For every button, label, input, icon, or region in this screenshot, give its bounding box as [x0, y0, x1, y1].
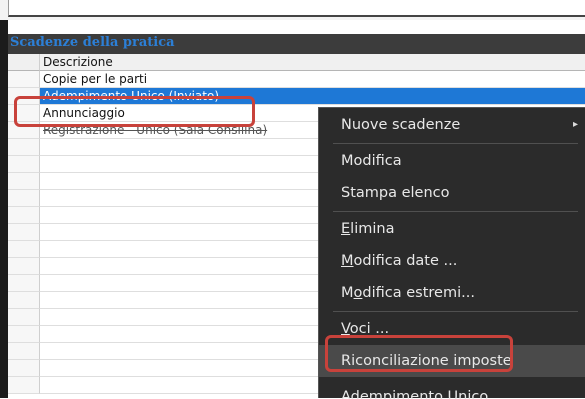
row-selector[interactable]	[8, 292, 40, 309]
row-selector[interactable]	[8, 326, 40, 343]
row-selector[interactable]	[8, 258, 40, 275]
row-selector[interactable]	[8, 190, 40, 207]
menu-item-nuove-scadenze[interactable]: Nuove scadenze ▸	[319, 109, 585, 141]
row-selector[interactable]	[8, 207, 40, 224]
row-selector[interactable]	[8, 105, 40, 122]
table-row[interactable]: Copie per le parti	[40, 71, 585, 88]
menu-item-label: Nuove scadenze	[341, 117, 461, 133]
row-selector[interactable]	[8, 139, 40, 156]
submenu-arrow-icon: ▸	[572, 119, 578, 130]
panel-title: Scadenze della pratica	[10, 35, 175, 50]
menu-separator	[333, 311, 578, 312]
row-selector[interactable]	[8, 156, 40, 173]
grid-corner	[8, 54, 40, 71]
menu-item-riconciliazione-imposte[interactable]: Riconciliazione imposte	[319, 345, 585, 377]
row-selector[interactable]	[8, 343, 40, 360]
menu-item-voci[interactable]: Voci ...	[319, 313, 585, 345]
menu-item-modifica-date[interactable]: Modifica date ...	[319, 245, 585, 277]
menu-item-adempimento-unico[interactable]: Adempimento Unico	[319, 377, 585, 399]
panel-header: Scadenze della pratica	[8, 34, 585, 54]
table-row-selected[interactable]: Adempimento Unico (Inviato)	[40, 88, 585, 105]
row-selector[interactable]	[8, 377, 40, 394]
row-selector[interactable]	[8, 275, 40, 292]
row-selector[interactable]	[8, 71, 40, 88]
row-selector[interactable]	[8, 224, 40, 241]
menu-item-modifica[interactable]: Modifica	[319, 145, 585, 177]
menu-item-elimina[interactable]: Elimina	[319, 213, 585, 245]
top-input-field[interactable]	[8, 0, 585, 17]
row-selector[interactable]	[8, 241, 40, 258]
column-header-descrizione[interactable]: Descrizione	[40, 54, 585, 71]
menu-separator	[333, 211, 578, 212]
context-menu: Nuove scadenze ▸ Modifica Stampa elenco …	[318, 107, 585, 399]
menu-item-stampa-elenco[interactable]: Stampa elenco	[319, 177, 585, 209]
menu-separator	[333, 143, 578, 144]
row-selector[interactable]	[8, 309, 40, 326]
window-left-edge	[0, 0, 8, 398]
menu-item-modifica-estremi[interactable]: Modifica estremi...	[319, 277, 585, 309]
top-area	[0, 0, 585, 20]
row-selector[interactable]	[8, 173, 40, 190]
row-selector[interactable]	[8, 360, 40, 377]
row-selector[interactable]	[8, 122, 40, 139]
row-selector[interactable]	[8, 88, 40, 105]
